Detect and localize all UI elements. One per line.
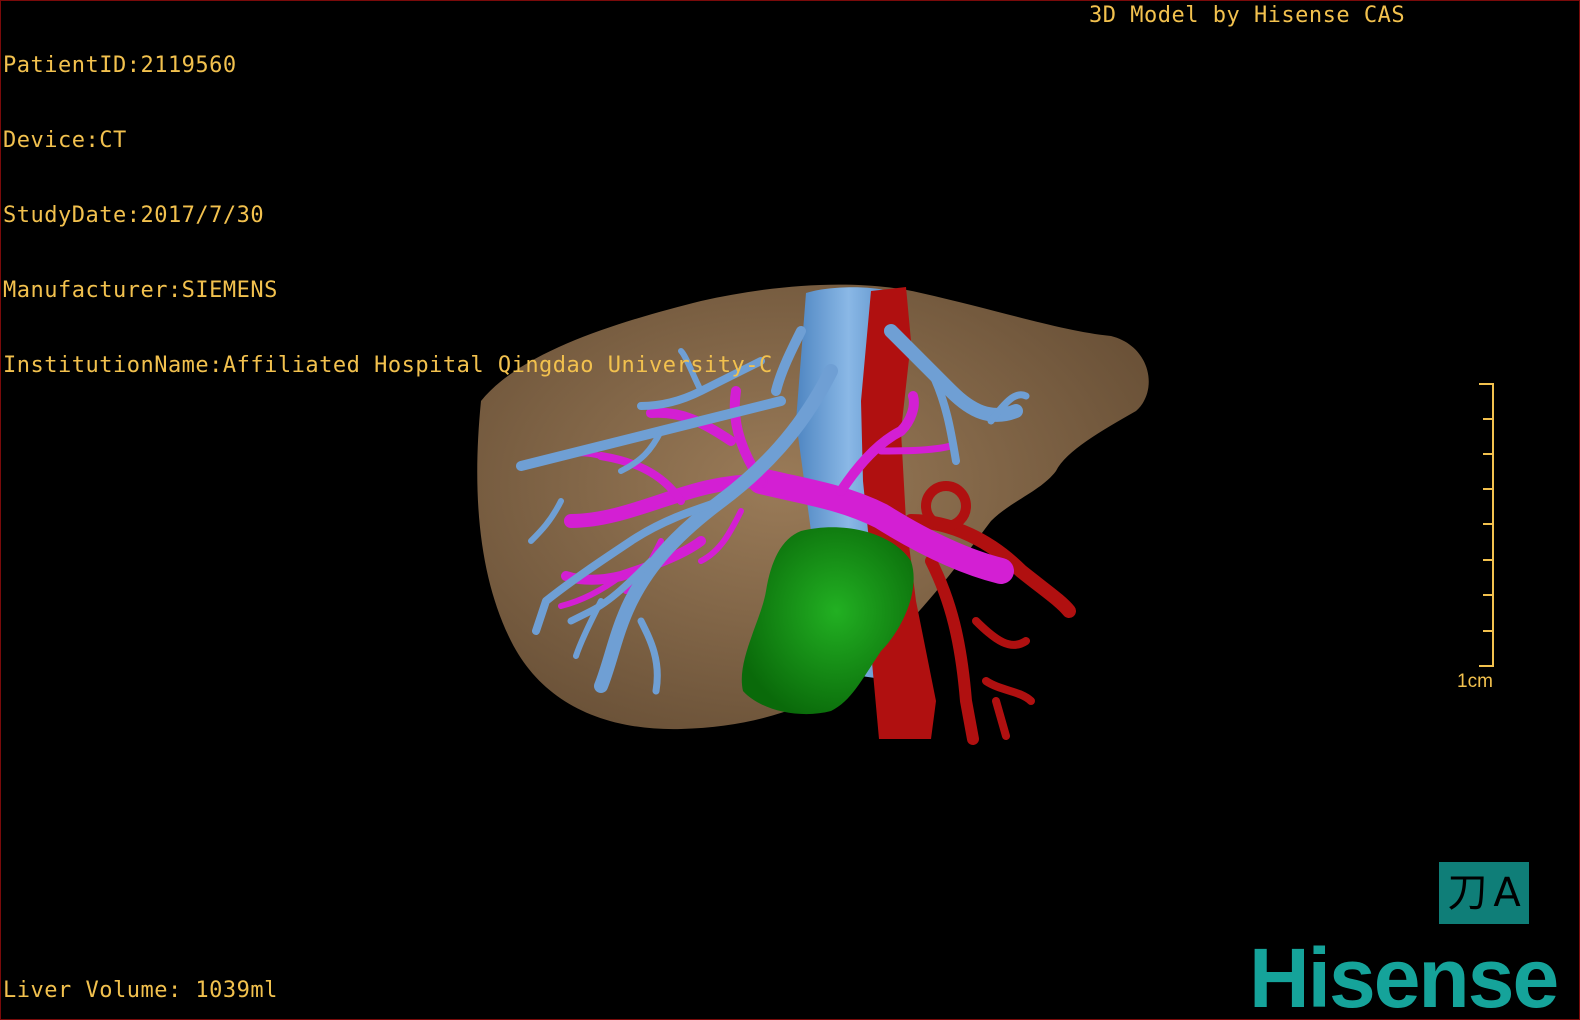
hisense-logo: Hisense [1249, 931, 1559, 1020]
scale-label: 1cm [1457, 671, 1493, 692]
manufacturer: Manufacturer:SIEMENS [3, 278, 278, 303]
model-credit: 3D Model by Hisense CAS [1089, 3, 1406, 28]
artery-branch-2 [925, 555, 979, 745]
device: Device:CT [3, 128, 127, 153]
scale-bar [1479, 383, 1494, 667]
orientation-cube[interactable]: 刀 A [1439, 862, 1529, 924]
study-date: StudyDate:2017/7/30 [3, 203, 265, 228]
orientation-left-glyph: 刀 [1447, 870, 1488, 916]
orientation-right-glyph: A [1493, 870, 1521, 916]
institution-name: InstitutionName:Affiliated Hospital Qing… [3, 353, 773, 378]
patient-id: PatientID:2119560 [3, 53, 237, 78]
artery-branch-3 [972, 617, 1035, 740]
patient-info: PatientID:2119560 Device:CT StudyDate:20… [3, 3, 773, 428]
3d-viewport[interactable]: PatientID:2119560 Device:CT StudyDate:20… [0, 0, 1580, 1020]
liver-volume: Liver Volume: 1039ml [3, 978, 278, 1003]
